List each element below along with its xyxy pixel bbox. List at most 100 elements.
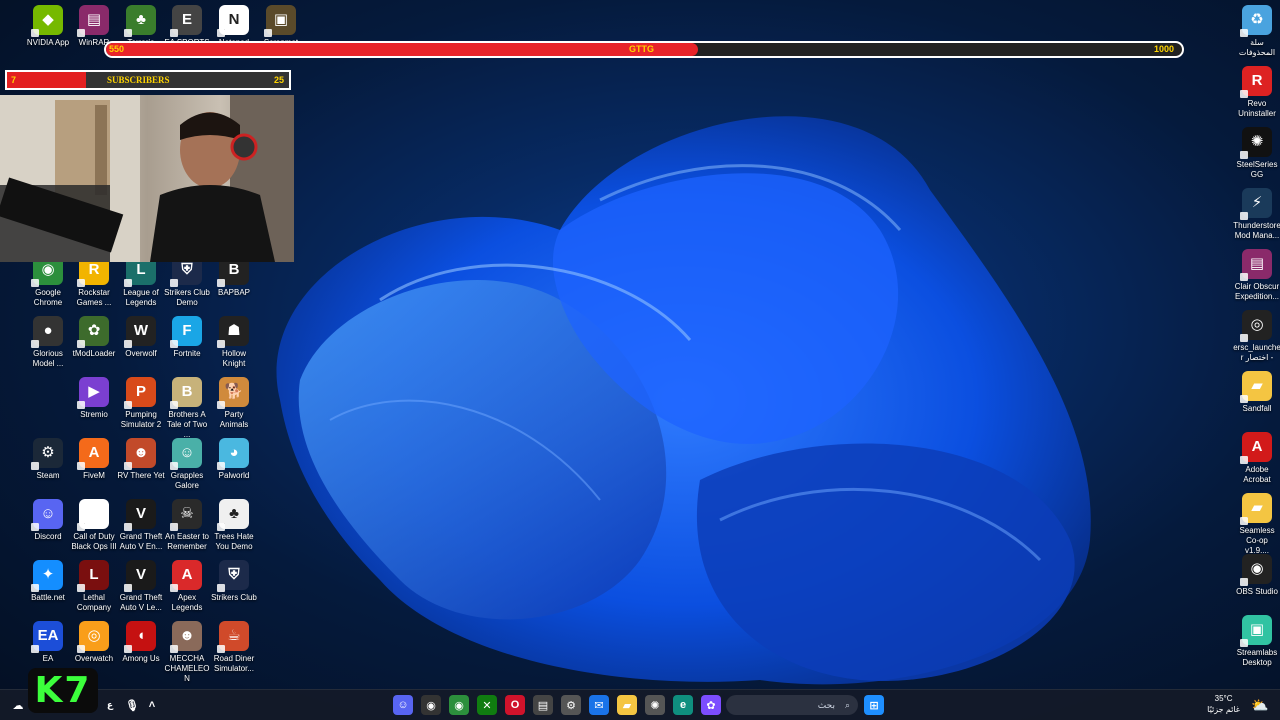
desktop-shortcut[interactable]: ▤ Clair Obscur Expedition... — [1233, 249, 1280, 302]
desktop-shortcut[interactable]: ✦ Battle.net — [24, 560, 72, 603]
desktop-shortcut[interactable]: V Grand Theft Auto V Le... — [117, 560, 165, 613]
desktop-shortcut[interactable]: L League of Legends — [117, 255, 165, 308]
desktop-shortcut[interactable]: ✺ SteelSeries GG — [1233, 127, 1280, 180]
desktop-shortcut-label: Streamlabs Desktop — [1236, 648, 1278, 667]
desktop-shortcut-label: Grand Theft Auto V Le... — [119, 593, 163, 612]
revo-icon: R — [1242, 66, 1272, 96]
desktop-shortcut[interactable]: ◕ Palworld — [210, 438, 258, 481]
desktop-shortcut[interactable]: EA EA — [24, 621, 72, 664]
folder-icon: ▰ — [1242, 493, 1272, 523]
desktop-shortcut[interactable]: ◆ NVIDIA App — [24, 5, 72, 48]
obs-icon: ◉ — [1242, 554, 1272, 584]
file-explorer-icon[interactable]: ▰ — [617, 695, 637, 715]
desktop-shortcut[interactable]: Call of Duty Black Ops III — [70, 499, 118, 552]
desktop-shortcut[interactable]: ⛨ Strikers Club — [210, 560, 258, 603]
desktop-shortcut[interactable]: ▶ Stremio — [70, 377, 118, 420]
desktop-shortcut[interactable]: ▣ Streamlabs Desktop — [1233, 615, 1280, 668]
copilot-icon[interactable]: ✿ — [701, 695, 721, 715]
desktop-shortcut[interactable]: ☠ An Easter to Remember — [163, 499, 211, 552]
desktop-shortcut-label: Apex Legends — [171, 593, 203, 612]
desktop-shortcut[interactable]: ● Glorious Model ... — [24, 316, 72, 369]
start-button-icon[interactable]: ⊞ — [864, 695, 884, 715]
desktop-shortcut[interactable]: ☗ Hollow Knight — [210, 316, 258, 369]
desktop-shortcut[interactable]: V Grand Theft Auto V En... — [117, 499, 165, 552]
settings-icon[interactable]: ⚙ — [561, 695, 581, 715]
desktop-shortcut-label: Sandfall — [1242, 404, 1272, 413]
steam-icon: ⚙ — [33, 438, 63, 468]
desktop-shortcut[interactable]: ☻ MECCHA CHAMELEON — [163, 621, 211, 684]
road-diner-icon: ☕ — [219, 621, 249, 651]
subscriber-progress-fill — [7, 72, 86, 88]
desktop-shortcut-label: RV There Yet — [117, 471, 165, 480]
recycle-bin-icon: ♻ — [1242, 5, 1272, 35]
desktop-shortcut-label: Trees Hate You Demo — [214, 532, 254, 551]
desktop-shortcut[interactable]: ◎ ersc_launcher اختصار - — [1233, 310, 1280, 363]
desktop-shortcut[interactable]: ▰ Seamless Co-op v1.9.... — [1233, 493, 1280, 556]
desktop-shortcut[interactable]: F Fortnite — [163, 316, 211, 359]
steelseries-icon[interactable]: ✺ — [645, 695, 665, 715]
desktop-shortcut-label: Adobe Acrobat — [1243, 465, 1271, 484]
acrobat-icon: A — [1242, 432, 1272, 462]
language-indicator-icon[interactable]: ع — [100, 695, 120, 715]
desktop-shortcut[interactable]: A FiveM — [70, 438, 118, 481]
search-text: بحث — [817, 699, 835, 710]
obs-icon[interactable]: ◉ — [421, 695, 441, 715]
desktop-shortcut[interactable]: W Overwolf — [117, 316, 165, 359]
desktop-shortcut-label: SteelSeries GG — [1236, 160, 1278, 179]
desktop-shortcut[interactable]: ⚡ Thunderstore Mod Mana... — [1233, 188, 1280, 241]
desktop-shortcut[interactable]: ◉ Google Chrome — [24, 255, 72, 308]
weather-widget[interactable]: 35°C غائم جزئيًا — [1207, 693, 1240, 715]
desktop-shortcut[interactable]: ☻ RV There Yet — [117, 438, 165, 481]
mail-icon[interactable]: ✉ — [589, 695, 609, 715]
ersc-icon: ◎ — [1242, 310, 1272, 340]
desktop-shortcut-label: Google Chrome — [33, 288, 63, 307]
discord-icon[interactable]: ☺ — [393, 695, 413, 715]
desktop-shortcut[interactable]: R Rockstar Games ... — [70, 255, 118, 308]
desktop-shortcut[interactable]: ⚙ Steam — [24, 438, 72, 481]
opera-icon[interactable]: O — [505, 695, 525, 715]
desktop-shortcut[interactable]: ☕ Road Diner Simulator... — [210, 621, 258, 674]
taskbar-search-box[interactable]: بحث ⌕ — [726, 695, 858, 715]
desktop-shortcut-label: Glorious Model ... — [32, 349, 64, 368]
desktop-shortcut[interactable]: ▰ Sandfall — [1233, 371, 1280, 414]
tray-chevron-up-icon[interactable]: ˄ — [142, 695, 162, 715]
desktop-shortcut[interactable]: 🐕 Party Animals — [210, 377, 258, 430]
desktop-shortcut-label: Overwatch — [74, 654, 114, 663]
desktop-shortcut-label: Call of Duty Black Ops III — [71, 532, 117, 551]
desktop-shortcut[interactable]: R Revo Uninstaller — [1233, 66, 1280, 119]
desktop-shortcut[interactable]: ✿ tModLoader — [70, 316, 118, 359]
desktop-shortcut[interactable]: ♻ سلة المحذوفات — [1233, 5, 1280, 58]
desktop-shortcut-label: BAPBAP — [217, 288, 250, 297]
desktop-shortcut[interactable]: ◖ Among Us — [117, 621, 165, 664]
xbox-icon[interactable]: ✕ — [477, 695, 497, 715]
strikers-icon: ⛨ — [219, 560, 249, 590]
microphone-icon[interactable]: 🎙 — [122, 695, 142, 715]
search-icon: ⌕ — [844, 699, 850, 710]
widgets-icon[interactable]: ☁ — [8, 695, 28, 715]
desktop-shortcut[interactable]: ◎ Overwatch — [70, 621, 118, 664]
folder-icon: ▰ — [1242, 371, 1272, 401]
goal-progress-fill — [106, 43, 698, 56]
among-us-icon: ◖ — [126, 621, 156, 651]
winrar-icon: ▤ — [79, 5, 109, 35]
subscriber-goal-bar: 7 SUBSCRIBERS 25 — [5, 70, 291, 90]
streamlabs-icon: ▣ — [1242, 615, 1272, 645]
notepad-icon[interactable]: ▤ — [533, 695, 553, 715]
goal-label: GTTG — [629, 44, 654, 54]
desktop-shortcut[interactable]: A Apex Legends — [163, 560, 211, 613]
desktop-shortcut-label: Battle.net — [31, 593, 65, 602]
desktop-shortcut[interactable]: ☺ Grapples Galore — [163, 438, 211, 491]
taskbar: ☁ ع 🎙 ˄ ☺ ◉ ◉ ✕ O ▤ ⚙ ✉ ▰ ✺ e ✿ بحث ⌕ ⊞ 35°C غائم ج… — [0, 689, 1280, 720]
desktop-shortcut[interactable]: L Lethal Company — [70, 560, 118, 613]
desktop-shortcut[interactable]: ⛨ Strikers Club Demo — [163, 255, 211, 308]
desktop-shortcut[interactable]: P Pumping Simulator 2 — [117, 377, 165, 430]
rv-icon: ☻ — [126, 438, 156, 468]
chrome-icon[interactable]: ◉ — [449, 695, 469, 715]
desktop-shortcut-label: Discord — [34, 532, 62, 541]
desktop-shortcut[interactable]: A Adobe Acrobat — [1233, 432, 1280, 485]
desktop-shortcut[interactable]: ☺ Discord — [24, 499, 72, 542]
desktop-shortcut[interactable]: B Brothers A Tale of Two ... — [163, 377, 211, 440]
desktop-shortcut[interactable]: ◉ OBS Studio — [1233, 554, 1280, 597]
edge-icon[interactable]: e — [673, 695, 693, 715]
desktop-shortcut[interactable]: ♣ Trees Hate You Demo — [210, 499, 258, 552]
